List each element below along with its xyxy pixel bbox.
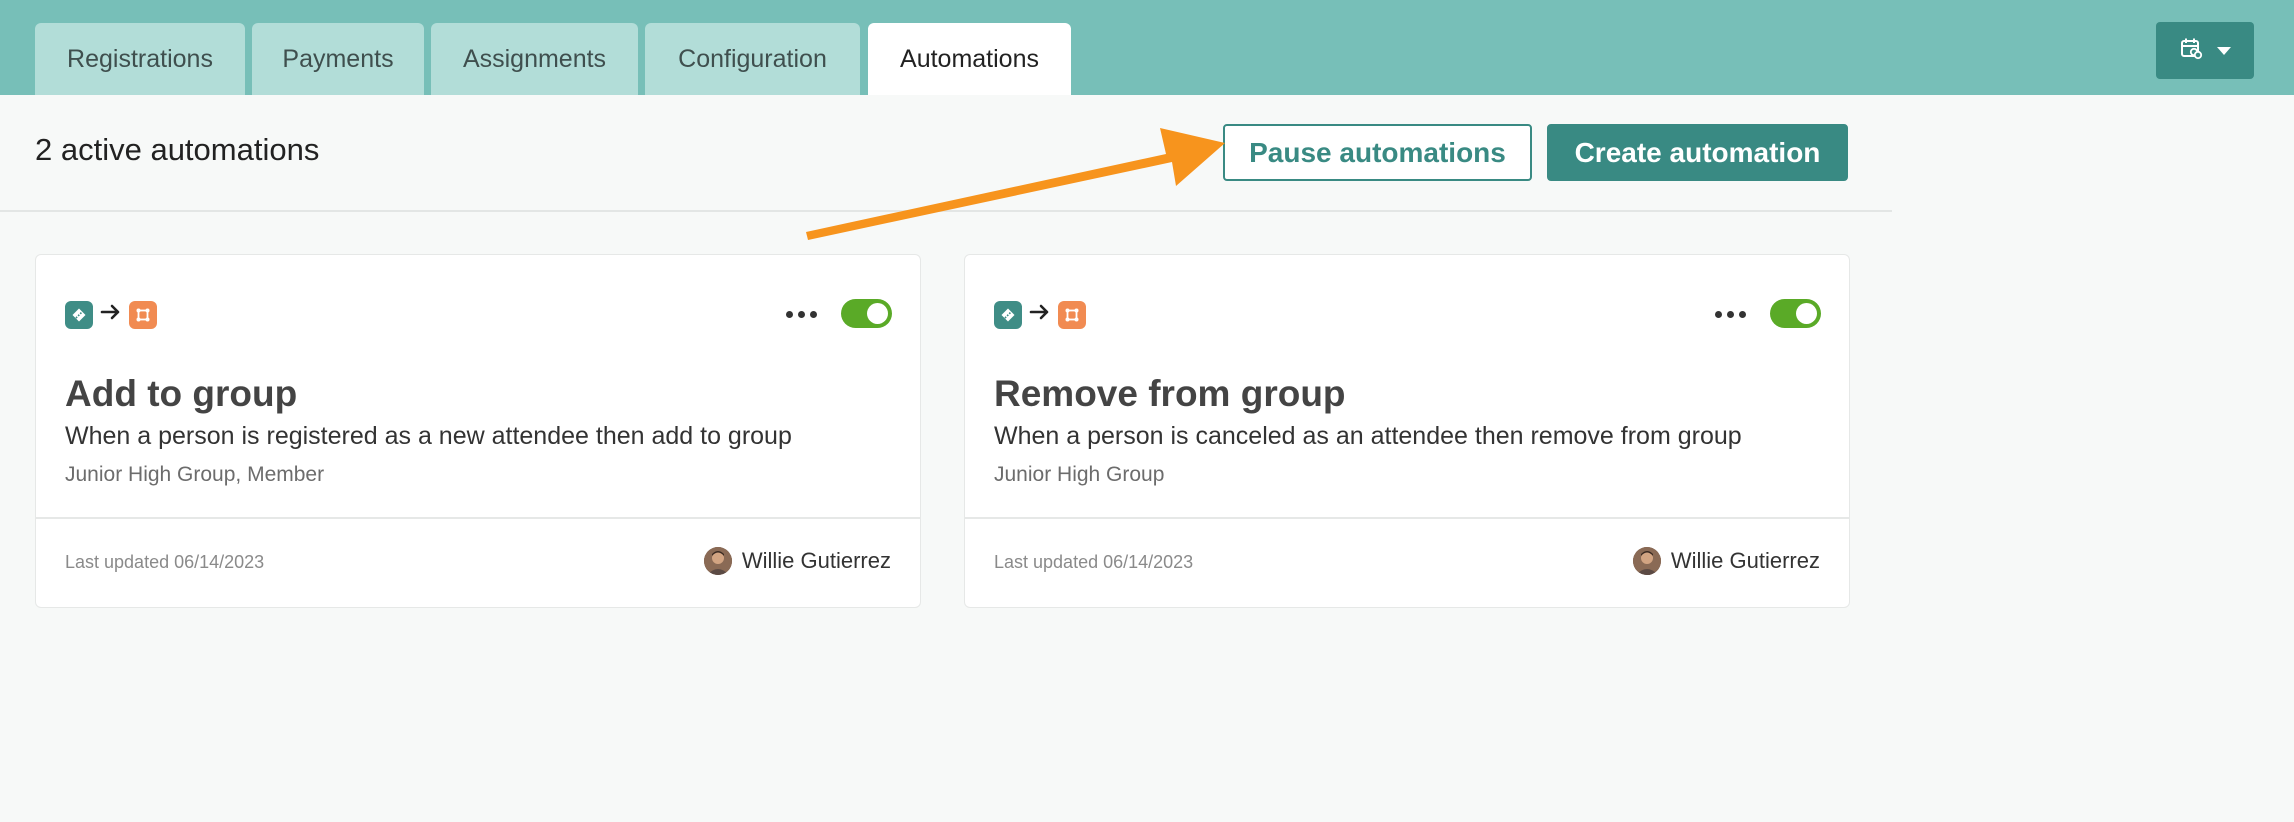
top-nav-bar: Registrations Payments Assignments Confi… [0,0,2294,95]
tab-configuration[interactable]: Configuration [645,23,860,95]
automation-detail: Junior High Group [994,463,1165,486]
tab-assignments[interactable]: Assignments [431,23,638,95]
last-updated-text: Last updated 06/14/2023 [994,552,1194,572]
automation-description: When a person is canceled as an attendee… [994,422,1742,450]
card-divider [965,517,1849,519]
tab-registrations[interactable]: Registrations [35,23,245,95]
avatar [1632,547,1661,575]
active-automations-count: 2 active automations [35,132,320,167]
automation-card: Remove from group When a person is cance… [964,254,1850,608]
automation-detail: Junior High Group, Member [65,463,325,486]
automation-owner[interactable]: Willie Gutierrez [1632,547,1820,575]
automation-enabled-toggle[interactable] [1770,299,1821,328]
automation-flow-icons [65,300,157,329]
arrow-right-icon [99,300,123,329]
owner-name: Willie Gutierrez [741,548,891,573]
automation-title: Add to group [65,373,298,414]
calendar-dropdown-button[interactable] [2156,22,2254,79]
ticket-icon [65,300,93,329]
last-updated-text: Last updated 06/14/2023 [65,552,265,572]
owner-name: Willie Gutierrez [1670,548,1820,573]
arrow-right-icon [1028,300,1052,329]
more-options-icon[interactable] [1715,311,1746,318]
avatar [703,547,732,575]
chevron-down-icon [2217,46,2231,55]
automation-flow-icons [994,300,1086,329]
create-automation-button[interactable]: Create automation [1547,124,1848,181]
ticket-icon [994,300,1022,329]
card-divider [36,517,920,519]
group-icon [129,300,157,329]
automation-card: Add to group When a person is registered… [35,254,921,608]
header-divider [0,210,1892,212]
automation-description: When a person is registered as a new att… [65,422,792,450]
group-icon [1058,300,1086,329]
more-options-icon[interactable] [786,311,817,318]
automation-title: Remove from group [994,373,1346,414]
tab-automations[interactable]: Automations [868,23,1071,95]
automation-enabled-toggle[interactable] [841,299,892,328]
pause-automations-button[interactable]: Pause automations [1223,124,1532,181]
automation-owner[interactable]: Willie Gutierrez [703,547,891,575]
tab-payments[interactable]: Payments [252,23,424,95]
calendar-link-icon [2179,36,2203,65]
